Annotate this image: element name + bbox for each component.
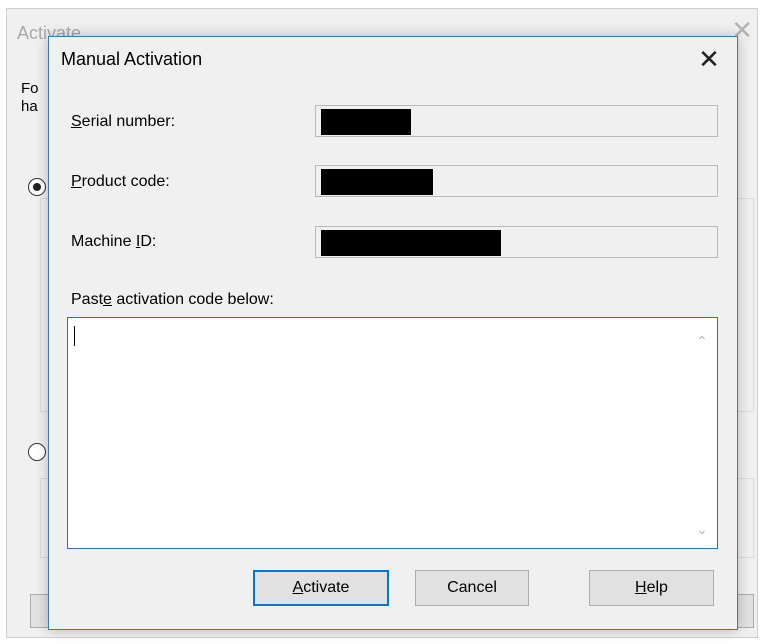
close-icon[interactable]: ✕ [695, 45, 723, 73]
serial-number-label: Serial number: [71, 113, 176, 130]
machine-id-field[interactable] [315, 226, 718, 258]
product-code-field[interactable] [315, 165, 718, 197]
text-caret [74, 326, 75, 346]
chevron-up-icon[interactable]: ⌃ [695, 334, 709, 348]
cancel-button[interactable]: Cancel [415, 570, 529, 606]
help-button[interactable]: Help [589, 570, 714, 606]
serial-number-field[interactable] [315, 105, 718, 137]
product-code-label: Product code: [71, 173, 170, 190]
dialog-title: Manual Activation [61, 49, 203, 69]
activation-code-label: Paste activation code below: [71, 291, 274, 308]
background-radio-option-2[interactable] [28, 443, 46, 461]
redacted-value [321, 109, 411, 135]
redacted-value [321, 169, 433, 195]
background-text-line: Fo [21, 80, 39, 97]
chevron-down-icon[interactable]: ⌄ [695, 522, 709, 536]
redacted-value [321, 230, 501, 256]
activation-code-textarea[interactable]: ⌃ ⌄ [67, 317, 718, 549]
background-radio-option-1[interactable] [28, 178, 46, 196]
activate-button[interactable]: Activate [253, 570, 389, 606]
background-text-line: ha [21, 98, 38, 115]
machine-id-label: Machine ID: [71, 233, 157, 250]
manual-activation-dialog: Manual Activation ✕ Serial number: Produ… [48, 36, 738, 630]
